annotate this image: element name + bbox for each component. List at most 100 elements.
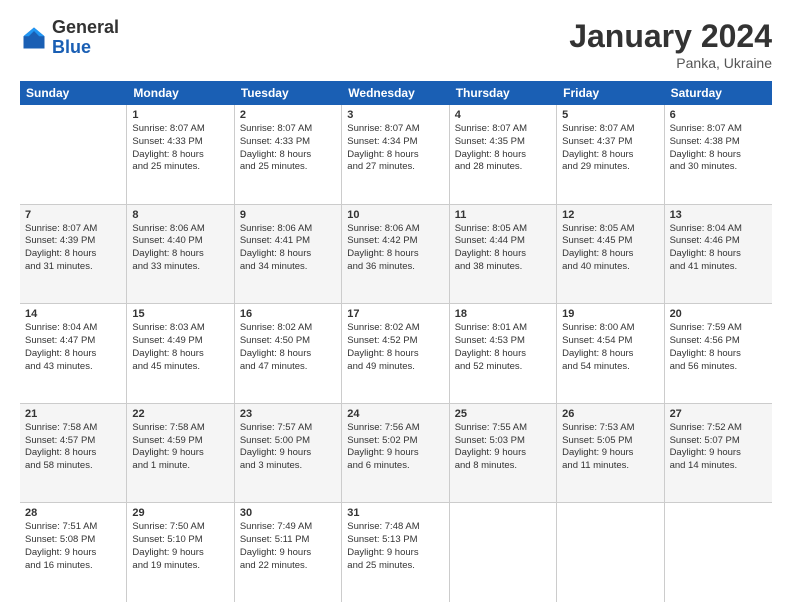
cell-info-line: Sunrise: 8:02 AM — [347, 322, 443, 335]
day-number: 10 — [347, 209, 443, 221]
day-number: 30 — [240, 507, 336, 519]
calendar-cell: 9Sunrise: 8:06 AMSunset: 4:41 PMDaylight… — [235, 205, 342, 304]
cell-info-line: Sunrise: 8:04 AM — [25, 322, 121, 335]
cell-info-line: Daylight: 8 hours — [347, 248, 443, 261]
cell-info-line: Sunset: 4:47 PM — [25, 335, 121, 348]
cell-info-line: Sunset: 4:56 PM — [670, 335, 767, 348]
cell-info-line: and 29 minutes. — [562, 161, 658, 174]
cell-info-line: and 52 minutes. — [455, 361, 551, 374]
cell-info-line: Daylight: 8 hours — [670, 248, 767, 261]
cell-info-line: Sunset: 4:42 PM — [347, 235, 443, 248]
cell-info-line: Sunrise: 7:58 AM — [25, 422, 121, 435]
cell-info-line: Sunset: 4:38 PM — [670, 136, 767, 149]
day-number: 19 — [562, 308, 658, 320]
cell-info-line: Sunset: 5:08 PM — [25, 534, 121, 547]
calendar-header: SundayMondayTuesdayWednesdayThursdayFrid… — [20, 81, 772, 105]
cell-info-line: Daylight: 8 hours — [562, 348, 658, 361]
calendar-header-cell: Monday — [127, 81, 234, 105]
cell-info-line: Sunset: 5:13 PM — [347, 534, 443, 547]
day-number: 15 — [132, 308, 228, 320]
calendar-cell: 10Sunrise: 8:06 AMSunset: 4:42 PMDayligh… — [342, 205, 449, 304]
day-number: 9 — [240, 209, 336, 221]
cell-info-line: Sunrise: 7:57 AM — [240, 422, 336, 435]
cell-info-line: and 33 minutes. — [132, 261, 228, 274]
cell-info-line: Sunrise: 8:07 AM — [347, 123, 443, 136]
day-number: 4 — [455, 109, 551, 121]
calendar-cell: 18Sunrise: 8:01 AMSunset: 4:53 PMDayligh… — [450, 304, 557, 403]
cell-info-line: and 49 minutes. — [347, 361, 443, 374]
cell-info-line: and 25 minutes. — [347, 560, 443, 573]
cell-info-line: Daylight: 8 hours — [240, 149, 336, 162]
calendar-row: 1Sunrise: 8:07 AMSunset: 4:33 PMDaylight… — [20, 105, 772, 205]
cell-info-line: and 30 minutes. — [670, 161, 767, 174]
cell-info-line: and 31 minutes. — [25, 261, 121, 274]
cell-info-line: Sunrise: 7:58 AM — [132, 422, 228, 435]
day-number: 14 — [25, 308, 121, 320]
cell-info-line: Sunrise: 7:53 AM — [562, 422, 658, 435]
day-number: 28 — [25, 507, 121, 519]
calendar-cell: 31Sunrise: 7:48 AMSunset: 5:13 PMDayligh… — [342, 503, 449, 602]
cell-info-line: Sunset: 4:53 PM — [455, 335, 551, 348]
calendar-cell: 8Sunrise: 8:06 AMSunset: 4:40 PMDaylight… — [127, 205, 234, 304]
cell-info-line: Daylight: 9 hours — [132, 547, 228, 560]
cell-info-line: and 36 minutes. — [347, 261, 443, 274]
title-block: January 2024 Panka, Ukraine — [569, 18, 772, 71]
cell-info-line: Sunset: 4:57 PM — [25, 435, 121, 448]
cell-info-line: Sunset: 4:44 PM — [455, 235, 551, 248]
cell-info-line: Sunset: 4:34 PM — [347, 136, 443, 149]
cell-info-line: Sunrise: 7:48 AM — [347, 521, 443, 534]
cell-info-line: Sunrise: 8:07 AM — [240, 123, 336, 136]
cell-info-line: Sunrise: 8:02 AM — [240, 322, 336, 335]
cell-info-line: Daylight: 9 hours — [455, 447, 551, 460]
cell-info-line: Sunset: 4:54 PM — [562, 335, 658, 348]
cell-info-line: and 14 minutes. — [670, 460, 767, 473]
calendar-cell: 2 Sunrise: 8:07 AMSunset: 4:33 PMDaylight… — [235, 105, 342, 204]
cell-info-line: Sunset: 4:39 PM — [25, 235, 121, 248]
cell-info-line: Daylight: 8 hours — [455, 348, 551, 361]
cell-info-line: and 45 minutes. — [132, 361, 228, 374]
calendar-cell: 5Sunrise: 8:07 AMSunset: 4:37 PMDaylight… — [557, 105, 664, 204]
calendar-header-cell: Saturday — [665, 81, 772, 105]
cell-info-line: and 43 minutes. — [25, 361, 121, 374]
cell-info-line: Sunrise: 8:05 AM — [562, 223, 658, 236]
cell-info-line: Daylight: 8 hours — [240, 248, 336, 261]
cell-info-line: Sunrise: 7:55 AM — [455, 422, 551, 435]
day-number: 22 — [132, 408, 228, 420]
calendar-cell: 11Sunrise: 8:05 AMSunset: 4:44 PMDayligh… — [450, 205, 557, 304]
calendar-cell: 7Sunrise: 8:07 AMSunset: 4:39 PMDaylight… — [20, 205, 127, 304]
day-number: 6 — [670, 109, 767, 121]
day-number: 23 — [240, 408, 336, 420]
cell-info-line: Daylight: 8 hours — [670, 348, 767, 361]
logo-blue-label: Blue — [52, 38, 119, 58]
cell-info-line: and 27 minutes. — [347, 161, 443, 174]
cell-info-line: Sunset: 5:11 PM — [240, 534, 336, 547]
cell-info-line: Sunset: 5:10 PM — [132, 534, 228, 547]
cell-info-line: Sunset: 4:37 PM — [562, 136, 658, 149]
cell-info-line: Sunrise: 8:07 AM — [455, 123, 551, 136]
day-number: 5 — [562, 109, 658, 121]
cell-info-line: Daylight: 8 hours — [562, 149, 658, 162]
calendar-row: 28Sunrise: 7:51 AMSunset: 5:08 PMDayligh… — [20, 503, 772, 602]
calendar-cell: 22Sunrise: 7:58 AMSunset: 4:59 PMDayligh… — [127, 404, 234, 503]
cell-info-line: Daylight: 8 hours — [347, 149, 443, 162]
calendar-cell: 29Sunrise: 7:50 AMSunset: 5:10 PMDayligh… — [127, 503, 234, 602]
cell-info-line: Sunrise: 7:56 AM — [347, 422, 443, 435]
cell-info-line: and 58 minutes. — [25, 460, 121, 473]
day-number: 7 — [25, 209, 121, 221]
calendar-cell: 26Sunrise: 7:53 AMSunset: 5:05 PMDayligh… — [557, 404, 664, 503]
cell-info-line: and 25 minutes. — [132, 161, 228, 174]
cell-info-line: Daylight: 8 hours — [132, 248, 228, 261]
cell-info-line: and 47 minutes. — [240, 361, 336, 374]
cell-info-line: and 54 minutes. — [562, 361, 658, 374]
day-number: 21 — [25, 408, 121, 420]
cell-info-line: Sunrise: 7:52 AM — [670, 422, 767, 435]
calendar-cell: 19Sunrise: 8:00 AMSunset: 4:54 PMDayligh… — [557, 304, 664, 403]
day-number: 2 — [240, 109, 336, 121]
cell-info-line: Sunset: 4:33 PM — [240, 136, 336, 149]
logo: General Blue — [20, 18, 119, 58]
cell-info-line: Sunset: 5:00 PM — [240, 435, 336, 448]
cell-info-line: Sunrise: 8:07 AM — [25, 223, 121, 236]
calendar-cell: 15Sunrise: 8:03 AMSunset: 4:49 PMDayligh… — [127, 304, 234, 403]
cell-info-line: Daylight: 9 hours — [240, 447, 336, 460]
cell-info-line: Sunrise: 7:59 AM — [670, 322, 767, 335]
